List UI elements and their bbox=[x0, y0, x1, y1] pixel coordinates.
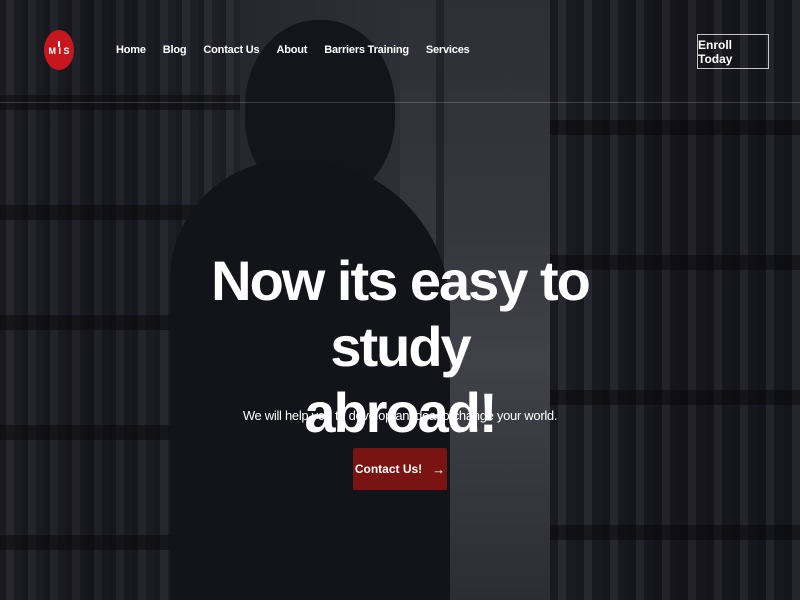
nav-barriers-training[interactable]: Barriers Training bbox=[324, 44, 409, 56]
nav-contact-us[interactable]: Contact Us bbox=[203, 44, 259, 56]
contact-us-label: Contact Us! bbox=[354, 462, 423, 476]
nav-about[interactable]: About bbox=[276, 44, 307, 56]
main-menu: Home Blog Contact Us About Barriers Trai… bbox=[116, 44, 487, 56]
mis-logo-icon: M I S bbox=[48, 41, 70, 56]
nav-home[interactable]: Home bbox=[116, 44, 146, 56]
hero-subtitle: We will help you to develop an idea to c… bbox=[242, 408, 558, 423]
nav-services[interactable]: Services bbox=[426, 44, 470, 56]
enroll-today-button[interactable]: Enroll Today bbox=[697, 34, 769, 69]
top-navbar: M I S Home Blog Contact Us About Barrier… bbox=[0, 0, 800, 103]
contact-us-button[interactable]: Contact Us! → bbox=[353, 448, 447, 490]
svg-text:M I S: M I S bbox=[48, 46, 69, 56]
brand-logo[interactable]: M I S bbox=[44, 30, 74, 70]
headline-line-1: Now its easy to study bbox=[211, 249, 591, 378]
nav-blog[interactable]: Blog bbox=[163, 44, 187, 56]
arrow-right-icon: → bbox=[432, 461, 446, 477]
